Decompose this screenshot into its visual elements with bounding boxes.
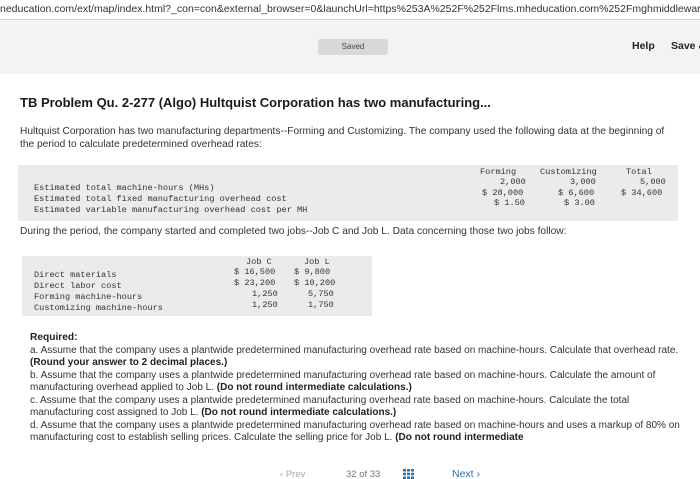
problem-intro: Hultquist Corporation has two manufactur… [20, 126, 665, 150]
table-cell: 2,000 [500, 177, 526, 187]
table-header-total: Total [626, 167, 652, 177]
requirement-b: b. Assume that the company uses a plantw… [30, 370, 690, 394]
grid-icon[interactable] [403, 469, 414, 479]
chevron-left-icon: ‹ [280, 469, 284, 479]
table-cell: $ 1.50 [494, 198, 525, 208]
jobs-data-table: Job C Job L Direct materials $ 16,500 $ … [22, 256, 372, 316]
table-row-label: Direct labor cost [34, 281, 122, 291]
table-header-forming: Forming [480, 167, 517, 177]
table-cell: 3,000 [570, 177, 596, 187]
requirement-a-text: a. Assume that the company uses a plantw… [30, 345, 679, 356]
requirement-a: a. Assume that the company uses a plantw… [30, 345, 690, 369]
table-row-label: Customizing machine-hours [34, 303, 163, 313]
table-header-customizing: Customizing [540, 167, 597, 177]
next-button[interactable]: Next › [452, 468, 480, 479]
table-row-label: Direct materials [34, 270, 117, 280]
required-heading: Required: [30, 332, 78, 343]
table-cell: $ 23,200 [234, 278, 276, 288]
table-cell: $ 10,200 [294, 278, 336, 288]
next-label: Next [452, 468, 474, 479]
requirement-c: c. Assume that the company uses a plantw… [30, 395, 690, 419]
table-row-label: Estimated total machine-hours (MHs) [34, 183, 215, 193]
prev-button[interactable]: ‹ Prev [280, 469, 305, 479]
chevron-right-icon: › [476, 468, 481, 479]
table-cell: 1,250 [252, 300, 278, 310]
requirement-b-instruction: (Do not round intermediate calculations.… [216, 382, 412, 394]
requirement-d-text: d. Assume that the company uses a plantw… [30, 420, 680, 444]
page-count: 32 of 33 [346, 469, 381, 479]
problem-title: TB Problem Qu. 2-277 (Algo) Hultquist Co… [20, 95, 491, 110]
table-row-label: Forming machine-hours [34, 292, 143, 302]
table-cell: $ 28,000 [482, 188, 524, 198]
jobs-intro-text: During the period, the company started a… [20, 226, 567, 237]
table-row-label: Estimated variable manufacturing overhea… [34, 205, 308, 215]
prev-label: Prev [285, 469, 306, 479]
table-header-job-c: Job C [246, 257, 272, 267]
requirement-c-instruction: (Do not round intermediate calculations.… [201, 407, 397, 419]
table-cell: 5,750 [308, 289, 334, 299]
overhead-data-table: Forming Customizing Total Estimated tota… [18, 165, 678, 221]
table-cell: 5,000 [640, 177, 666, 187]
top-toolbar: Saved Help Save & [0, 20, 700, 74]
table-cell: $ 6,600 [558, 188, 595, 198]
table-cell: $ 16,500 [234, 267, 276, 277]
table-cell: 1,250 [252, 289, 278, 299]
table-cell: 1,750 [308, 300, 334, 310]
requirement-d-instruction: (Do not round intermediate [395, 432, 524, 444]
table-cell: $ 9,800 [294, 267, 331, 277]
requirement-a-instruction: (Round your answer to 2 decimal places.) [30, 357, 228, 369]
browser-url-bar[interactable]: neducation.com/ext/map/index.html?_con=c… [0, 0, 700, 20]
help-button[interactable]: Help [632, 40, 655, 52]
table-cell: $ 3.00 [564, 198, 595, 208]
table-row-label: Estimated total fixed manufacturing over… [34, 194, 287, 204]
table-header-job-l: Job L [304, 257, 330, 267]
table-cell: $ 34,600 [621, 188, 663, 198]
question-panel: TB Problem Qu. 2-277 (Algo) Hultquist Co… [0, 74, 700, 479]
save-exit-button[interactable]: Save & [671, 40, 700, 52]
saved-status-badge: Saved [318, 39, 388, 55]
requirement-d: d. Assume that the company uses a plantw… [30, 420, 690, 444]
